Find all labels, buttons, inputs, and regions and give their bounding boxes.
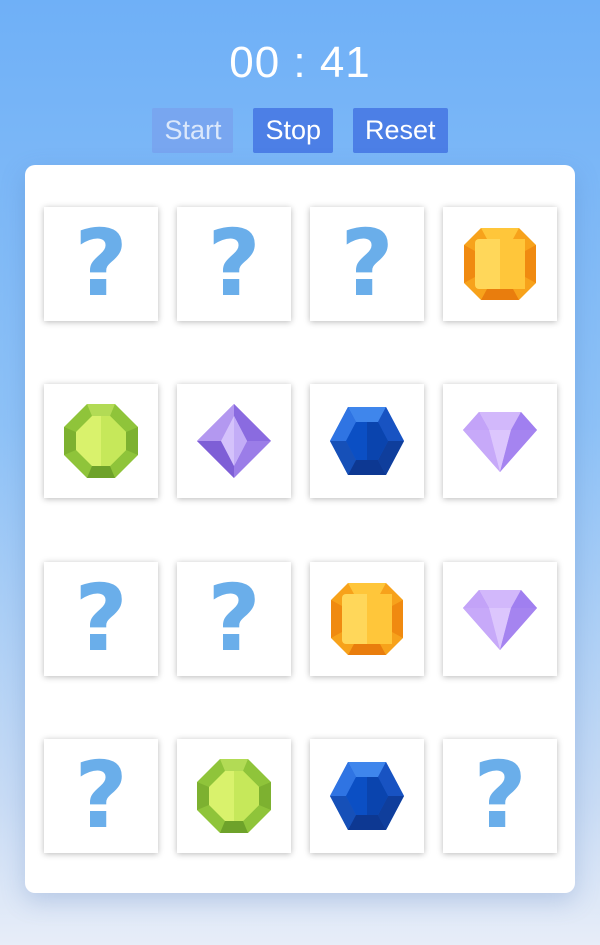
timer-display: 00 : 41 — [229, 38, 371, 87]
orange-gem-icon — [328, 580, 406, 658]
card-revealed[interactable] — [443, 207, 557, 321]
stop-button[interactable]: Stop — [253, 108, 334, 153]
card-revealed[interactable] — [310, 562, 424, 676]
card-hidden[interactable]: ? — [177, 207, 291, 321]
green-gem-icon — [195, 757, 273, 835]
card-revealed[interactable] — [310, 384, 424, 498]
card-hidden[interactable]: ? — [44, 739, 158, 853]
blue-hexagon-gem-icon — [328, 757, 406, 835]
orange-gem-icon — [461, 225, 539, 303]
reset-button[interactable]: Reset — [353, 108, 448, 153]
card-revealed[interactable] — [443, 562, 557, 676]
purple-diamond-gem-icon — [461, 580, 539, 658]
card-revealed[interactable] — [310, 739, 424, 853]
question-mark-icon: ? — [340, 210, 394, 317]
card-revealed[interactable] — [443, 384, 557, 498]
card-hidden[interactable]: ? — [443, 739, 557, 853]
question-mark-icon: ? — [473, 742, 527, 849]
purple-crystal-gem-icon — [195, 402, 273, 480]
card-hidden[interactable]: ? — [177, 562, 291, 676]
card-hidden[interactable]: ? — [44, 207, 158, 321]
card-revealed[interactable] — [177, 384, 291, 498]
question-mark-icon: ? — [207, 210, 261, 317]
purple-diamond-gem-icon — [461, 402, 539, 480]
green-gem-icon — [62, 402, 140, 480]
game-board: ??? ? ? ? ? — [25, 165, 575, 893]
question-mark-icon: ? — [74, 742, 128, 849]
question-mark-icon: ? — [74, 210, 128, 317]
question-mark-icon: ? — [74, 565, 128, 672]
card-hidden[interactable]: ? — [310, 207, 424, 321]
card-hidden[interactable]: ? — [44, 562, 158, 676]
card-revealed[interactable] — [44, 384, 158, 498]
control-bar: Start Stop Reset — [0, 108, 600, 153]
card-revealed[interactable] — [177, 739, 291, 853]
start-button[interactable]: Start — [152, 108, 234, 153]
question-mark-icon: ? — [207, 565, 261, 672]
blue-hexagon-gem-icon — [328, 402, 406, 480]
